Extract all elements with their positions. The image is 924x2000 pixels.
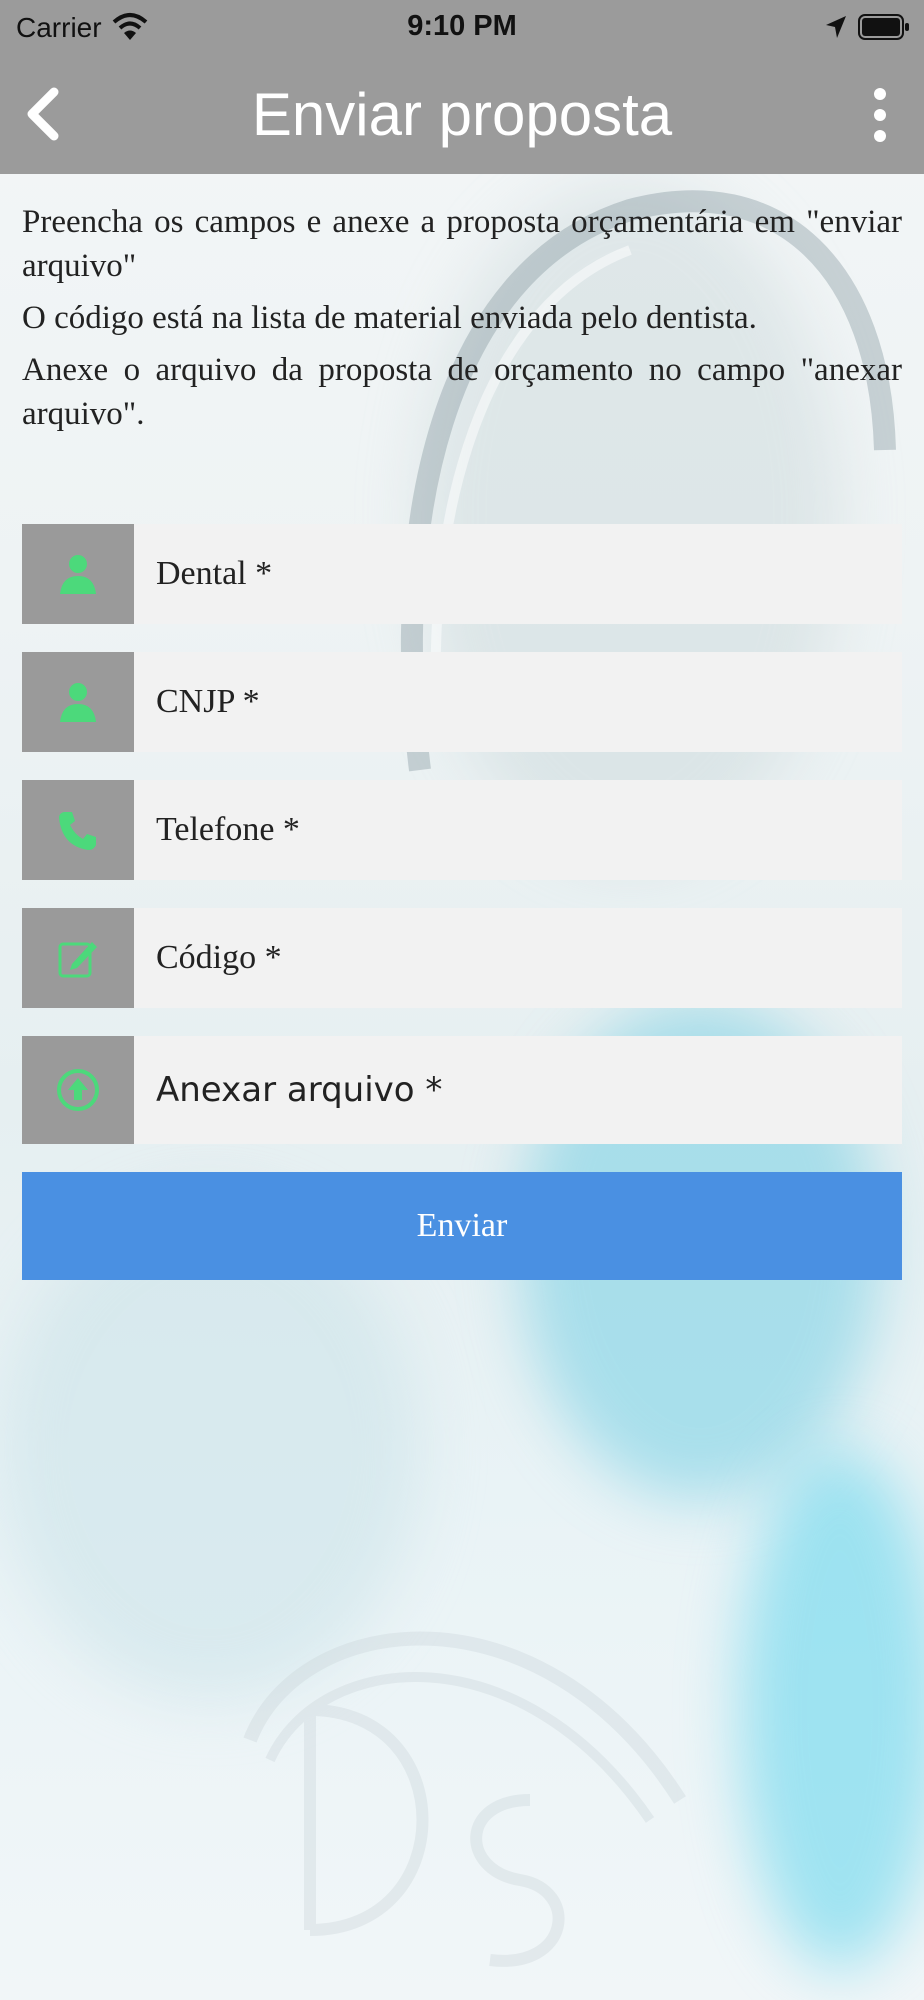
person-icon	[60, 555, 96, 594]
telefone-row	[22, 780, 902, 880]
dental-row	[22, 524, 902, 624]
phone-icon	[59, 812, 96, 850]
attach-file-field[interactable]: Anexar arquivo *	[134, 1036, 902, 1144]
cnjp-row	[22, 652, 902, 752]
send-button[interactable]: Enviar	[22, 1172, 902, 1280]
field-icon-box	[22, 652, 150, 752]
more-options-icon[interactable]	[866, 84, 894, 148]
person-icon	[60, 683, 96, 722]
instruction-paragraph: Anexe o arquivo da proposta de orçamento…	[22, 352, 902, 432]
codigo-input[interactable]	[134, 908, 902, 1008]
instruction-paragraph: O código está na lista de material envia…	[22, 300, 757, 336]
field-icon-box	[22, 780, 150, 880]
app-header: Enviar proposta	[0, 56, 924, 174]
battery-icon	[858, 14, 909, 40]
telefone-input[interactable]	[134, 780, 902, 880]
field-icon-box	[22, 908, 150, 1008]
cnjp-input[interactable]	[134, 652, 902, 752]
instructions-text: Preencha os campos e anexe a proposta or…	[22, 200, 902, 444]
field-icon-box	[22, 524, 150, 624]
location-arrow-icon	[826, 16, 846, 38]
instruction-paragraph: Preencha os campos e anexe a proposta or…	[22, 204, 902, 284]
ds-logo-watermark	[243, 1631, 686, 1967]
edit-icon	[58, 942, 97, 978]
field-icon-box	[22, 1036, 150, 1144]
dental-input[interactable]	[134, 524, 902, 624]
codigo-row	[22, 908, 902, 1008]
clock: 9:10 PM	[407, 10, 517, 42]
attach-file-row[interactable]: Anexar arquivo *	[22, 1036, 902, 1144]
page-title: Enviar proposta	[251, 81, 673, 148]
upload-icon	[57, 1069, 99, 1111]
status-bar: Carrier 9:10 PM	[0, 0, 924, 56]
